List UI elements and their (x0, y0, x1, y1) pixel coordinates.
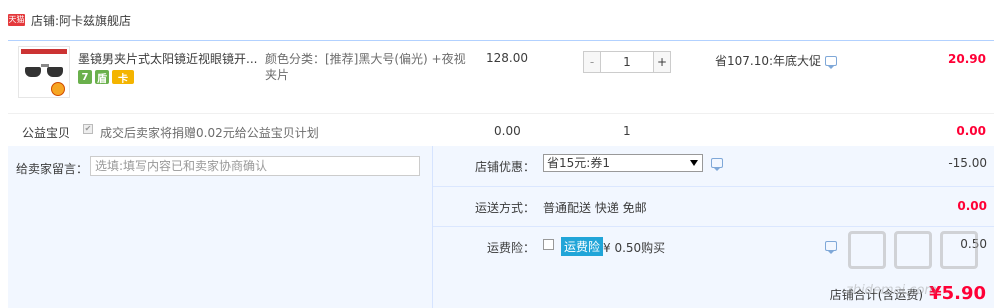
insurance-icons (825, 241, 837, 254)
shipping-row: 运送方式： 普通配送 快递 免邮 0.00 (433, 186, 994, 226)
watermark-url: zhidemai.com (846, 283, 938, 298)
shipping-method: 普通配送 快递 免邮 (543, 201, 647, 215)
coupon-chat-icon[interactable] (711, 158, 723, 171)
shop-discount-row: 店铺优惠： 省15元:券1 -15.00 (433, 146, 994, 186)
coupon-select[interactable]: 省15元:券1 (543, 154, 703, 172)
shipping-label: 运送方式： (474, 201, 535, 215)
charity-total: 0.00 (956, 124, 986, 138)
quantity-stepper: - 1 + (583, 51, 671, 73)
increase-button[interactable]: + (653, 51, 671, 73)
gift-badge-icon (51, 82, 65, 96)
shop-discount-label: 店铺优惠： (474, 160, 535, 174)
watermark-logo (848, 231, 978, 269)
charity-qty: 1 (623, 124, 631, 138)
unit-price: 128.00 (486, 51, 528, 65)
message-input[interactable]: 选填:填写内容已和卖家协商确认 (90, 156, 420, 176)
insurance-checkbox[interactable] (543, 239, 554, 250)
shop-discount-value: -15.00 (948, 156, 987, 170)
dropdown-arrow-icon (690, 160, 698, 166)
charity-price: 0.00 (494, 124, 521, 138)
promo-info: 省107.10:年底大促 (715, 52, 838, 69)
sku-info: 颜色分类：[推荐]黑大号(偏光) +夜视夹片 (265, 52, 466, 82)
product-thumbnail[interactable] (18, 46, 70, 98)
insurance-chat-icon[interactable] (825, 241, 837, 254)
shop-name-link[interactable]: 阿卡兹旗舰店 (59, 12, 131, 29)
message-label: 给卖家留言： (16, 162, 89, 176)
shop-label: 店铺: (31, 13, 60, 28)
insurance-label: 运费险： (486, 241, 535, 255)
decrease-button[interactable]: - (583, 51, 601, 73)
shop-header: 天猫 店铺: 阿卡兹旗舰店 (0, 0, 994, 40)
coupon-selected: 省15元:券1 (547, 156, 610, 170)
item-subtotal: 20.90 (948, 52, 986, 66)
insurance-price: ¥ 0.50购买 (603, 241, 666, 255)
service-icons: 7 盾 卡 (78, 70, 134, 85)
quantity-input[interactable]: 1 (601, 51, 653, 73)
item-row: 墨镜男夹片式太阳镜近视眼镜开... 7 盾 卡 颜色分类：[推荐]黑大号(偏光)… (8, 41, 994, 113)
order-panel: 墨镜男夹片式太阳镜近视眼镜开... 7 盾 卡 颜色分类：[推荐]黑大号(偏光)… (8, 40, 994, 308)
shop-total-value: ¥5.90 (929, 283, 986, 304)
guarantee-icon[interactable]: 盾 (95, 70, 109, 85)
promo-text: 省107.10:年底大促 (715, 54, 822, 68)
tmall-icon: 天猫 (8, 14, 25, 26)
credit-card-icon[interactable]: 卡 (112, 70, 134, 85)
insurance-tag: 运费险 (561, 237, 604, 256)
product-title-link[interactable]: 墨镜男夹片式太阳镜近视眼镜开... (78, 51, 258, 67)
seven-day-return-icon[interactable]: 7 (78, 70, 92, 84)
promo-chat-icon[interactable] (825, 55, 838, 69)
charity-checkbox: ✔ (83, 124, 93, 134)
charity-label: 公益宝贝 (22, 126, 71, 140)
charity-row: 公益宝贝 ✔ 成交后卖家将捐赠0.02元给公益宝贝计划 0.00 1 0.00 (8, 113, 994, 145)
charity-text: 成交后卖家将捐赠0.02元给公益宝贝计划 (100, 126, 319, 140)
shipping-fee: 0.00 (957, 199, 987, 213)
